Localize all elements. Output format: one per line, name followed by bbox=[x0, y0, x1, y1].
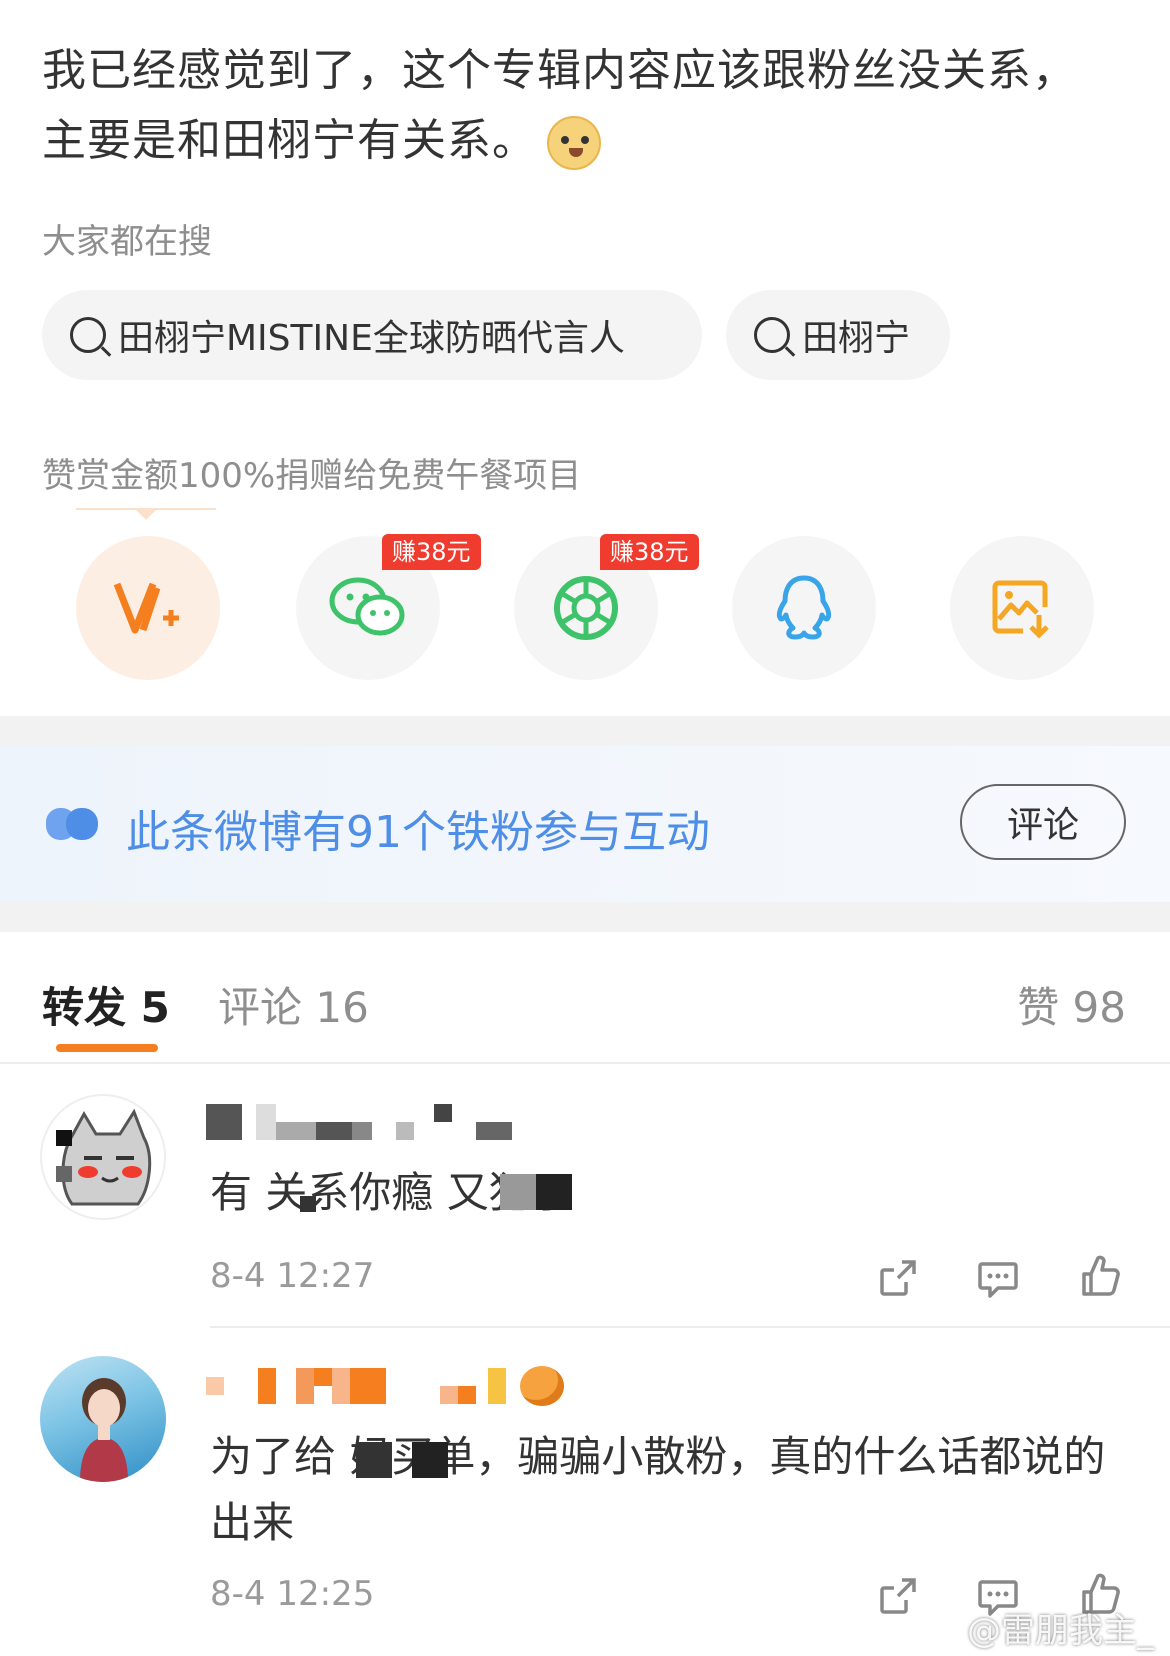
tab-bar: 转发 5 评论 16 赞 98 bbox=[0, 960, 1170, 1060]
avatar[interactable] bbox=[40, 1356, 166, 1482]
post-text: 我已经感觉到了，这个专辑内容应该跟粉丝没关系，主要是和田栩宁有关系。 bbox=[42, 36, 1102, 176]
fans-banner-text: 此条微博有91个铁粉参与互动 bbox=[126, 807, 710, 858]
search-icon bbox=[754, 317, 790, 353]
username-mosaic-2[interactable] bbox=[206, 1366, 564, 1406]
fans-comment-button[interactable]: 评论 bbox=[960, 784, 1126, 860]
moments-earn-badge: 赚38元 bbox=[600, 534, 699, 570]
moments-icon bbox=[554, 576, 618, 640]
comment-1-mosaic-2 bbox=[500, 1174, 572, 1210]
reward-label: 赞赏金额100%捐赠给免费午餐项目 bbox=[42, 456, 582, 496]
trending-chip-1-text: 田栩宁MISTINE全球防晒代言人 bbox=[118, 318, 625, 359]
like-icon[interactable] bbox=[1078, 1254, 1122, 1298]
tabs-divider bbox=[0, 1062, 1170, 1064]
qq-share-button[interactable] bbox=[732, 536, 876, 680]
tab-repost[interactable]: 转发 5 bbox=[42, 974, 170, 1035]
tab-active-underline bbox=[56, 1044, 158, 1052]
vplus-icon bbox=[113, 582, 179, 634]
tab-comment[interactable]: 评论 16 bbox=[218, 974, 369, 1035]
share-icon[interactable] bbox=[876, 1574, 920, 1618]
fans-icon bbox=[46, 808, 98, 840]
avatar[interactable] bbox=[40, 1094, 166, 1220]
save-image-icon bbox=[992, 580, 1049, 639]
comment-divider bbox=[210, 1326, 1170, 1328]
comment-2-time: 8-4 12:25 bbox=[210, 1574, 375, 1614]
qq-icon bbox=[776, 575, 832, 640]
trending-chip-2-text: 田栩宁 bbox=[802, 318, 911, 359]
comment-1-mosaic bbox=[300, 1196, 316, 1212]
trending-chip-2[interactable]: 田栩宁 bbox=[726, 290, 950, 380]
trending-chip-1[interactable]: 田栩宁MISTINE全球防晒代言人 bbox=[42, 290, 702, 380]
search-icon bbox=[70, 317, 106, 353]
vplus-button[interactable] bbox=[76, 536, 220, 680]
comment-2-text: 为了给 妈买单，骗骗小散粉，真的什么话都说的出来 bbox=[210, 1432, 1106, 1547]
weibo-watermark: @雷朋我主_ bbox=[921, 1603, 1154, 1652]
weibo-logo-icon bbox=[921, 1617, 961, 1648]
section-separator-2 bbox=[0, 902, 1170, 932]
comment-2-mosaic bbox=[356, 1442, 448, 1478]
save-image-button[interactable] bbox=[950, 536, 1094, 680]
doge-emoji-icon bbox=[547, 116, 601, 170]
share-icon[interactable] bbox=[876, 1256, 920, 1300]
wechat-earn-badge: 赚38元 bbox=[382, 534, 481, 570]
tab-like[interactable]: 赞 98 bbox=[1017, 974, 1126, 1035]
trending-label: 大家都在搜 bbox=[42, 222, 212, 262]
share-pointer bbox=[76, 508, 216, 520]
cat-avatar-icon bbox=[61, 1108, 152, 1206]
fish-emoji-icon bbox=[520, 1366, 564, 1406]
section-separator bbox=[0, 716, 1170, 746]
wechat-icon bbox=[329, 577, 405, 636]
girl-avatar-icon bbox=[80, 1378, 128, 1482]
comment-icon[interactable] bbox=[976, 1256, 1020, 1300]
comment-1-text: 有 关系你瘾 又犯了 bbox=[210, 1168, 573, 1217]
comment-1-time: 8-4 12:27 bbox=[210, 1256, 375, 1296]
watermark-text: @雷朋我主_ bbox=[967, 1611, 1154, 1651]
username-mosaic[interactable] bbox=[206, 1104, 512, 1140]
